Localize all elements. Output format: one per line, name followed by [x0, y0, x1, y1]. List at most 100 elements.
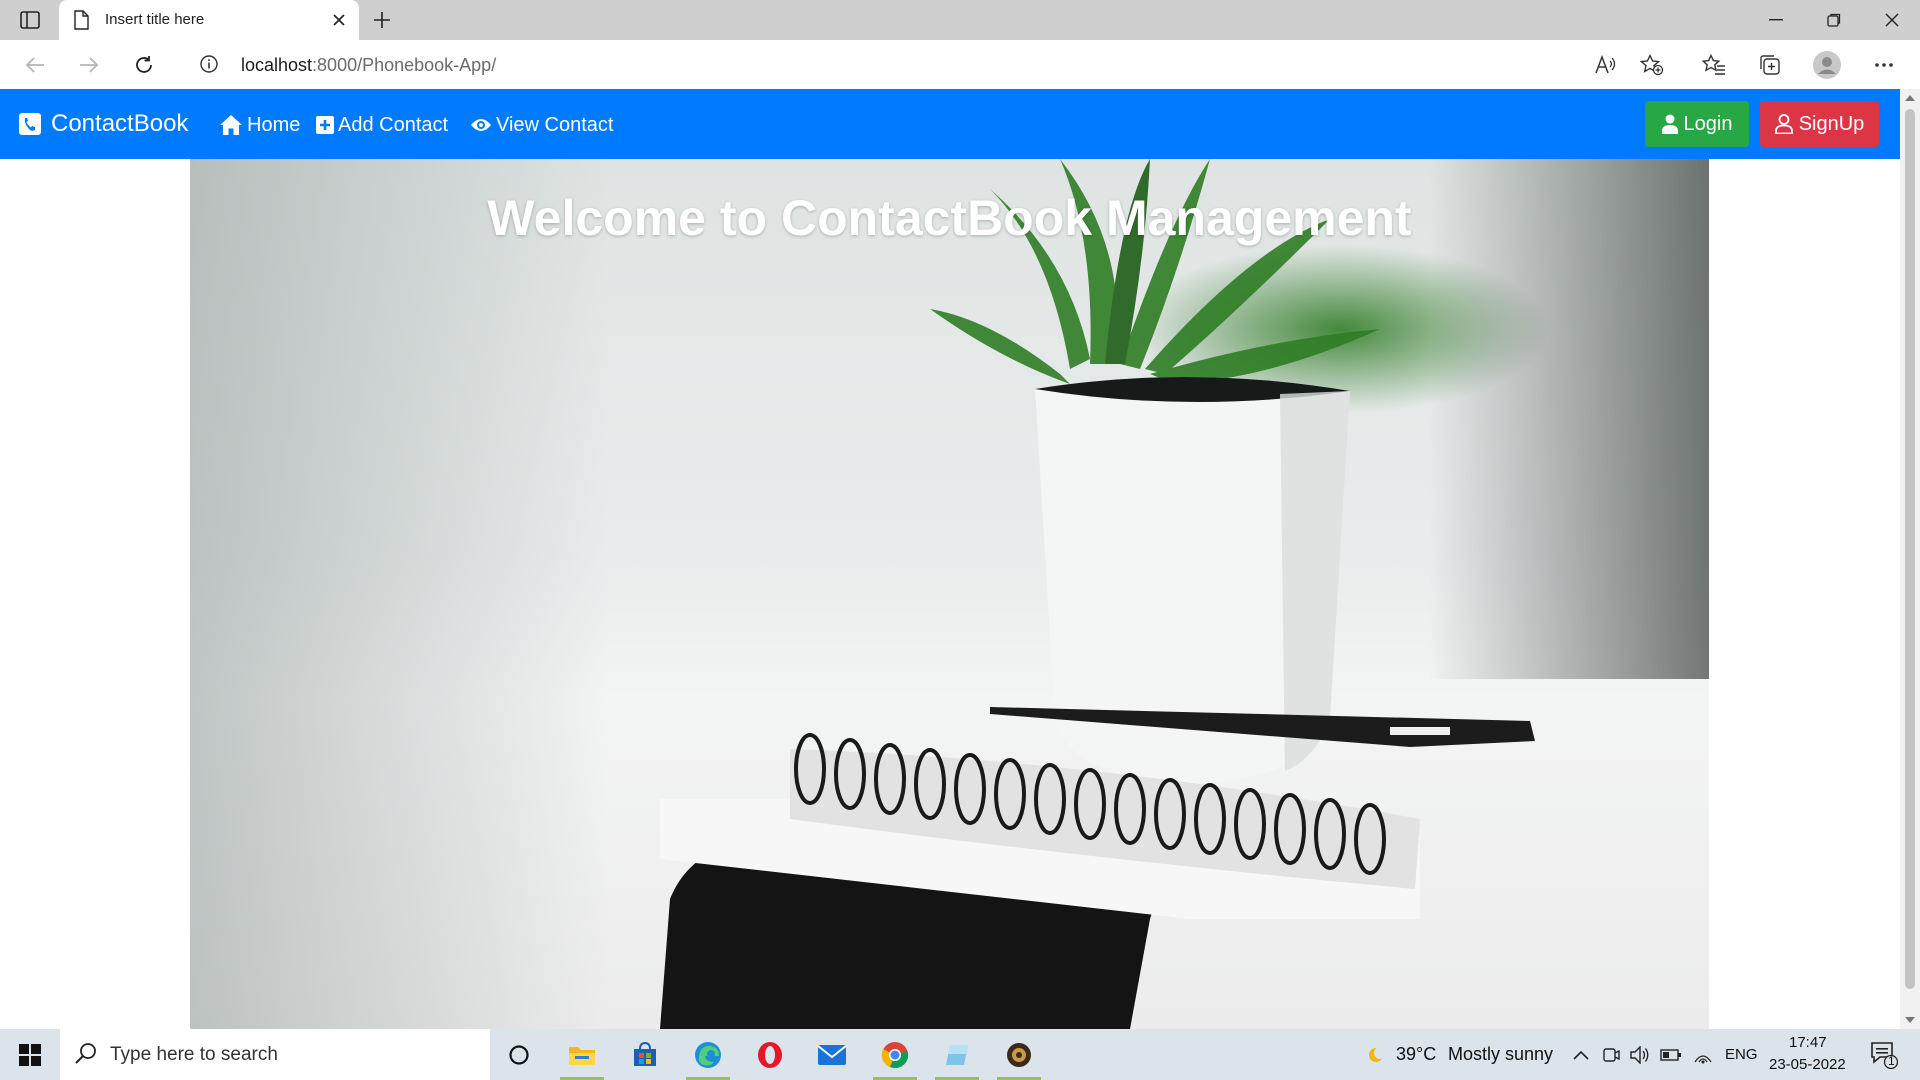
app-icon: [1007, 1042, 1031, 1067]
browser-tab-strip: Insert title here: [0, 0, 1920, 40]
taskbar-app[interactable]: [992, 1029, 1046, 1080]
opera-icon: [758, 1041, 782, 1068]
nav-home-label: Home: [247, 113, 301, 136]
language-indicator[interactable]: ENG: [1725, 1046, 1758, 1063]
taskbar-edge[interactable]: [681, 1029, 735, 1080]
clock-time[interactable]: 17:47: [1789, 1034, 1827, 1051]
profile-button[interactable]: [1812, 50, 1842, 80]
search-placeholder: Type here to search: [110, 1044, 278, 1065]
collections-icon: [1760, 55, 1780, 75]
more-icon: [1875, 63, 1893, 67]
page-scrollbar[interactable]: [1900, 89, 1920, 1029]
taskbar-notepad[interactable]: [930, 1029, 984, 1080]
taskbar-chrome[interactable]: [868, 1029, 922, 1080]
nav-add-contact[interactable]: Add Contact: [316, 111, 448, 139]
browser-tab-active[interactable]: Insert title here: [59, 0, 359, 40]
favorites-icon: [1702, 54, 1725, 75]
minimize-icon: [1769, 19, 1783, 21]
tab-title: Insert title here: [105, 11, 205, 28]
signup-button[interactable]: SignUp: [1760, 101, 1879, 147]
read-aloud-button[interactable]: [1590, 50, 1620, 80]
minimize-button[interactable]: [1748, 0, 1804, 40]
info-icon[interactable]: [200, 55, 218, 73]
brand-name: ContactBook: [51, 110, 189, 137]
login-button[interactable]: Login: [1645, 101, 1749, 147]
star-add-icon: [1640, 54, 1664, 76]
new-tab-button[interactable]: [368, 6, 396, 34]
browser-toolbar: localhost:8000/Phonebook-App/: [0, 40, 1920, 89]
battery-icon[interactable]: [1660, 1048, 1682, 1062]
scrollbar-thumb[interactable]: [1905, 109, 1915, 989]
scroll-down-icon[interactable]: [1905, 1016, 1915, 1024]
user-icon: [1661, 114, 1678, 134]
restore-button[interactable]: [1806, 0, 1862, 40]
hero-title: Welcome to ContactBook Management: [487, 190, 1412, 246]
clock-date[interactable]: 23-05-2022: [1769, 1056, 1846, 1073]
weather-description[interactable]: Mostly sunny: [1448, 1044, 1553, 1065]
search-icon: [75, 1043, 96, 1064]
forward-button[interactable]: [74, 50, 104, 80]
login-label: Login: [1683, 112, 1733, 135]
restore-icon: [1827, 13, 1841, 27]
windows-logo-icon: [19, 1043, 41, 1066]
home-icon: [220, 115, 242, 135]
plus-icon: [374, 12, 390, 28]
user-outline-icon: [1774, 114, 1793, 134]
chrome-icon: [881, 1041, 909, 1068]
close-icon: [333, 14, 345, 26]
url-host: localhost: [241, 55, 313, 75]
windows-taskbar: Type here to search 39°C Mostly sunny EN…: [0, 1029, 1920, 1080]
document-icon: [74, 10, 89, 30]
tab-actions-icon: [20, 11, 40, 29]
page-viewport: ContactBook Home Add Contact View Contac…: [0, 89, 1900, 1029]
read-aloud-icon: [1595, 55, 1616, 74]
taskbar-file-explorer[interactable]: [555, 1029, 609, 1080]
brand-link[interactable]: ContactBook: [19, 107, 188, 141]
collections-button[interactable]: [1755, 50, 1785, 80]
taskbar-search[interactable]: Type here to search: [60, 1029, 490, 1080]
weather-temperature[interactable]: 39°C: [1396, 1044, 1436, 1065]
taskbar-store[interactable]: [618, 1029, 672, 1080]
arrow-right-icon: [80, 57, 99, 73]
chevron-up-icon[interactable]: [1573, 1050, 1589, 1060]
notepad-icon: [946, 1044, 968, 1065]
taskbar-cortana[interactable]: [492, 1029, 546, 1080]
weather-sun-icon[interactable]: [1364, 1043, 1388, 1067]
settings-more-button[interactable]: [1869, 50, 1899, 80]
add-favorite-button[interactable]: [1637, 50, 1667, 80]
nav-add-contact-label: Add Contact: [338, 113, 449, 136]
file-explorer-icon: [569, 1046, 595, 1065]
tab-close-button[interactable]: [329, 10, 349, 30]
arrow-left-icon: [25, 57, 44, 73]
url-text: localhost:8000/Phonebook-App/: [241, 55, 496, 76]
eye-icon: [471, 119, 491, 131]
wifi-icon[interactable]: [1693, 1046, 1713, 1064]
close-icon: [1885, 13, 1899, 27]
url-path: :8000/Phonebook-App/: [312, 55, 497, 75]
volume-icon[interactable]: [1630, 1046, 1650, 1064]
nav-view-contact[interactable]: View Contact: [470, 111, 613, 139]
scroll-up-icon[interactable]: [1905, 94, 1915, 102]
back-button[interactable]: [20, 50, 50, 80]
refresh-button[interactable]: [129, 50, 159, 80]
plus-square-icon: [316, 116, 334, 134]
meet-now-icon[interactable]: [1602, 1046, 1620, 1064]
edge-icon: [695, 1041, 721, 1068]
taskbar-mail[interactable]: [805, 1029, 859, 1080]
avatar-icon: [1813, 51, 1841, 79]
store-icon: [634, 1041, 656, 1066]
notification-count: 1: [1888, 1054, 1895, 1068]
close-window-button[interactable]: [1864, 0, 1920, 40]
signup-label: SignUp: [1798, 112, 1865, 135]
favorites-button[interactable]: [1699, 50, 1729, 80]
nav-view-contact-label: View Contact: [496, 113, 614, 136]
taskbar-opera[interactable]: [743, 1029, 797, 1080]
address-bar[interactable]: localhost:8000/Phonebook-App/: [180, 46, 1680, 82]
site-navbar: ContactBook Home Add Contact View Contac…: [0, 89, 1900, 159]
tab-actions-button[interactable]: [14, 8, 46, 32]
mail-icon: [817, 1044, 847, 1065]
cortana-icon: [509, 1044, 529, 1065]
start-button[interactable]: [0, 1029, 60, 1080]
nav-home[interactable]: Home: [219, 111, 300, 139]
phone-square-icon: [19, 113, 41, 135]
